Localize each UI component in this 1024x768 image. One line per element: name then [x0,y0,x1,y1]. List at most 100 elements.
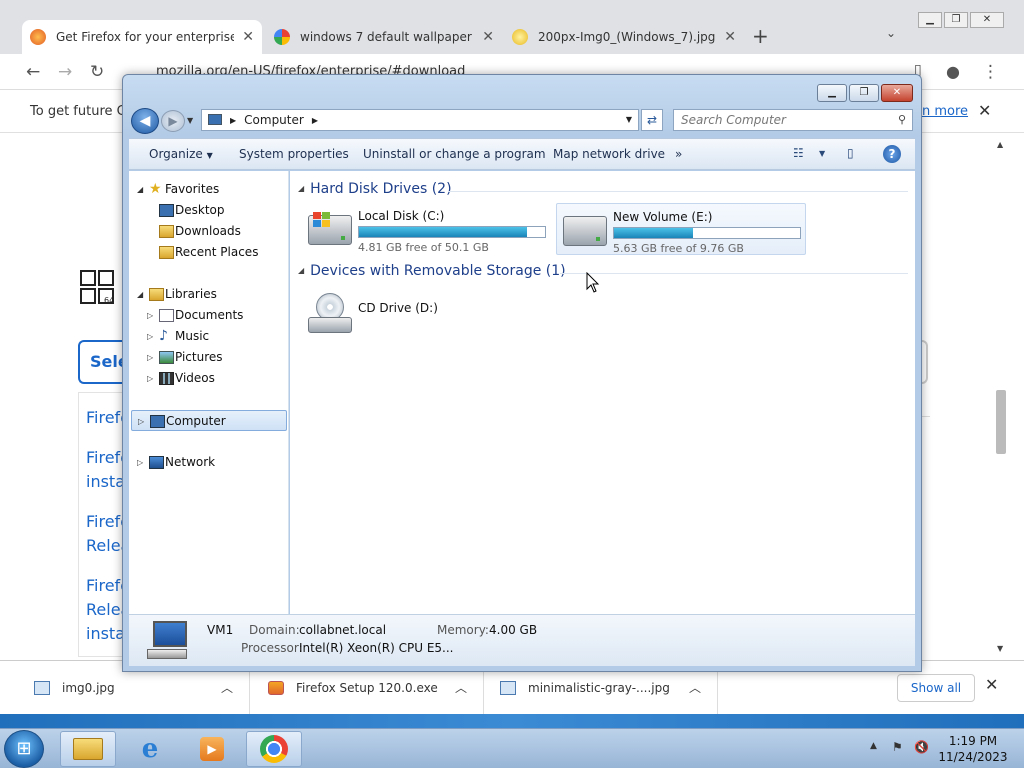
help-icon[interactable]: ? [883,145,901,163]
system-properties-button[interactable]: System properties [239,147,349,161]
taskbar-chrome[interactable] [246,731,302,767]
tab-wallpaper-search[interactable]: windows 7 default wallpaper - G ✕ [266,20,502,54]
documents-icon [159,309,174,322]
tab-firefox-enterprise[interactable]: Get Firefox for your enterprise w ✕ [22,20,262,54]
chrome-minimize-button[interactable]: ▁ [918,12,942,28]
recent-places-icon [159,246,174,259]
forward-arrow-icon[interactable]: → [58,62,72,82]
chevron-up-icon[interactable]: ︿ [689,679,701,696]
scrollbar-thumb[interactable] [996,390,1006,454]
more-commands-button[interactable]: » [675,147,682,161]
nav-item-documents[interactable]: ▷ Documents [129,305,287,326]
group-header-removable[interactable]: ◢ Devices with Removable Storage (1) [298,263,566,279]
search-input[interactable]: Search Computer ⚲ [673,109,913,131]
address-dropdown-icon[interactable]: ▼ [626,110,632,130]
nav-item-videos[interactable]: ▷ Videos [129,368,287,389]
forward-button[interactable]: ▶ [161,110,185,132]
expand-arrow-icon[interactable]: ▷ [138,411,144,432]
close-icon[interactable]: ✕ [724,29,736,45]
nav-item-libraries[interactable]: ◢ Libraries [129,284,287,305]
close-button[interactable]: ✕ [881,84,913,102]
expand-arrow-icon[interactable]: ▷ [147,305,153,326]
info-bar-text: To get future Go [30,104,135,119]
list-item[interactable]: insta [86,470,125,494]
nav-item-favorites[interactable]: ◢ ★ Favorites [129,179,287,200]
action-center-icon[interactable]: ⚑ [892,740,908,756]
map-network-drive-button[interactable]: Map network drive [553,147,665,161]
volume-muted-icon[interactable]: 🔇 [914,740,930,756]
nav-item-recent-places[interactable]: Recent Places [129,242,287,263]
drive-usage-fill [614,228,693,238]
nav-item-computer[interactable]: ▷ Computer [131,410,287,431]
view-dropdown-icon[interactable]: ▼ [819,149,825,158]
pictures-icon [159,351,174,364]
scroll-down-icon[interactable]: ▼ [997,644,1003,653]
breadcrumb-computer[interactable]: Computer [244,113,304,127]
nav-item-network[interactable]: ▷ Network [129,452,287,473]
show-hidden-icons-icon[interactable]: ▲ [870,741,877,751]
start-button[interactable]: ⊞ [4,730,44,768]
taskbar-ie[interactable]: e [122,731,178,767]
reload-icon[interactable]: ↻ [90,62,104,82]
chevron-up-icon[interactable]: ︿ [455,679,467,696]
windows-orb-icon: ⊞ [16,738,32,759]
clock[interactable]: 1:19 PM 11/24/2023 [938,733,1008,765]
learn-more-link[interactable]: n more [922,104,968,119]
expand-arrow-icon[interactable]: ▷ [137,452,143,473]
expand-arrow-icon[interactable]: ▷ [147,347,153,368]
menu-dots-icon[interactable]: ⋮ [982,62,999,82]
close-icon[interactable]: ✕ [985,675,998,694]
recent-pages-dropdown-icon[interactable]: ▼ [187,116,193,125]
uninstall-program-button[interactable]: Uninstall or change a program [363,147,546,161]
refresh-button[interactable]: ⇄ [641,109,663,131]
list-item[interactable]: insta [86,622,125,646]
minimize-button[interactable]: ▁ [817,84,847,102]
breadcrumb-separator-icon[interactable]: ▶ [230,116,236,125]
content-pane: ◢ Hard Disk Drives (2) Local Disk (C:) 4.… [290,171,915,614]
page-scrollbar[interactable]: ▲ ▼ [994,138,1008,656]
star-icon: ★ [149,181,162,197]
maximize-button[interactable]: ❐ [849,84,879,102]
breadcrumb-separator-icon[interactable]: ▶ [312,116,318,125]
close-icon[interactable]: ✕ [242,29,254,45]
taskbar-explorer[interactable] [60,731,116,767]
tab-img0[interactable]: 200px-Img0_(Windows_7).jpg (20 ✕ [504,20,744,54]
collapse-arrow-icon[interactable]: ◢ [137,179,143,200]
network-icon [149,456,164,469]
back-arrow-icon[interactable]: ← [26,62,40,82]
chevron-up-icon[interactable]: ︿ [221,679,233,696]
organize-button[interactable]: Organize ▼ [149,147,213,161]
search-icon[interactable]: ⚲ [898,113,906,126]
drive-new-volume-e[interactable]: New Volume (E:) 5.63 GB free of 9.76 GB [556,203,806,255]
group-divider [560,273,908,274]
nav-item-pictures[interactable]: ▷ Pictures [129,347,287,368]
drive-cd-d[interactable]: CD Drive (D:) [302,289,552,341]
google-icon [274,29,290,45]
taskbar-media-player[interactable]: ▶ [184,731,240,767]
computer-name: VM1 [207,623,234,637]
nav-item-music[interactable]: ▷ ♪ Music [129,326,287,347]
nav-item-downloads[interactable]: Downloads [129,221,287,242]
close-icon[interactable]: ✕ [482,29,494,45]
tab-search-chevron-icon[interactable]: ⌄ [886,26,896,40]
profile-icon[interactable]: ● [946,62,960,81]
desktop-wallpaper [0,714,1024,728]
chrome-close-button[interactable]: ✕ [970,12,1004,28]
show-all-button[interactable]: Show all [897,674,975,702]
collapse-arrow-icon[interactable]: ◢ [137,284,143,305]
expand-arrow-icon[interactable]: ▷ [147,326,153,347]
preview-pane-icon[interactable]: ▯ [847,146,854,160]
desktop-icon [159,204,174,217]
explorer-address-bar[interactable]: ▶ Computer ▶ ▼ [201,109,639,131]
download-name: Firefox Setup 120.0.exe [296,681,438,695]
expand-arrow-icon[interactable]: ▷ [147,368,153,389]
back-button[interactable]: ◀ [131,108,159,134]
new-tab-button[interactable]: + [752,24,769,48]
change-view-icon[interactable]: ☷ [793,146,804,160]
nav-item-desktop[interactable]: Desktop [129,200,287,221]
close-icon[interactable]: ✕ [978,101,991,120]
chrome-maximize-button[interactable]: ❐ [944,12,968,28]
scroll-up-icon[interactable]: ▲ [997,140,1003,149]
group-header-hard-disks[interactable]: ◢ Hard Disk Drives (2) [298,181,452,197]
drive-local-disk-c[interactable]: Local Disk (C:) 4.81 GB free of 50.1 GB [302,203,552,255]
